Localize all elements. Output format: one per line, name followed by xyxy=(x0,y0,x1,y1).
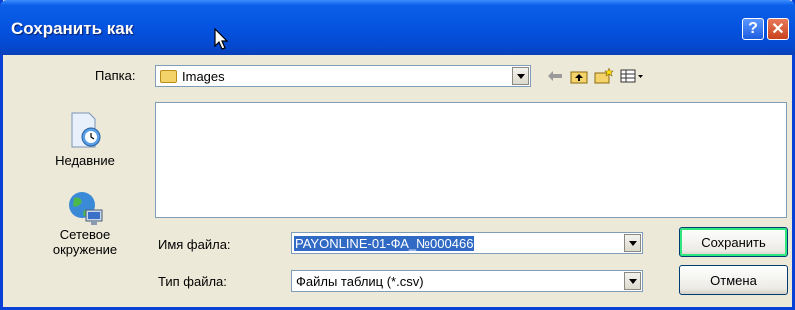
filename-input[interactable]: PAYONLINE-01-ФА_№000466 xyxy=(291,232,643,254)
save-as-dialog: Сохранить как ? ✕ Папка: Images Недавние xyxy=(0,0,795,310)
folder-combobox[interactable]: Images xyxy=(155,65,531,87)
recent-documents-icon xyxy=(71,112,101,148)
folder-dropdown-button[interactable] xyxy=(512,67,529,85)
places-network-label: Сетевое окружение xyxy=(52,227,118,257)
places-network[interactable]: Сетевое окружение xyxy=(40,190,130,257)
folder-icon xyxy=(160,70,177,84)
filetype-select[interactable]: Файлы таблиц (*.csv) xyxy=(291,270,643,292)
help-button[interactable]: ? xyxy=(742,18,764,40)
title-bar[interactable]: Сохранить как ? ✕ xyxy=(0,0,795,55)
up-folder-icon[interactable] xyxy=(569,68,589,84)
filename-value: PAYONLINE-01-ФА_№000466 xyxy=(294,236,475,251)
back-arrow-icon[interactable] xyxy=(545,68,565,84)
network-places-icon xyxy=(69,192,103,225)
filetype-dropdown-button[interactable] xyxy=(624,272,641,290)
filetype-label: Тип файла: xyxy=(158,274,227,289)
filename-dropdown-button[interactable] xyxy=(624,234,641,252)
close-button[interactable]: ✕ xyxy=(767,18,789,40)
mouse-cursor-icon xyxy=(214,28,229,50)
places-recent-label: Недавние xyxy=(55,153,115,168)
cancel-button[interactable]: Отмена xyxy=(679,265,788,295)
save-button[interactable]: Сохранить xyxy=(679,227,788,257)
filetype-value: Файлы таблиц (*.csv) xyxy=(296,274,424,289)
filename-label: Имя файла: xyxy=(158,237,231,252)
file-list[interactable] xyxy=(155,102,787,218)
places-recent[interactable]: Недавние xyxy=(40,110,130,168)
folder-value: Images xyxy=(182,69,225,84)
dialog-title: Сохранить как xyxy=(11,19,134,38)
folder-label: Папка: xyxy=(95,68,136,83)
view-menu-icon[interactable] xyxy=(619,68,645,84)
new-folder-icon[interactable] xyxy=(593,68,615,84)
